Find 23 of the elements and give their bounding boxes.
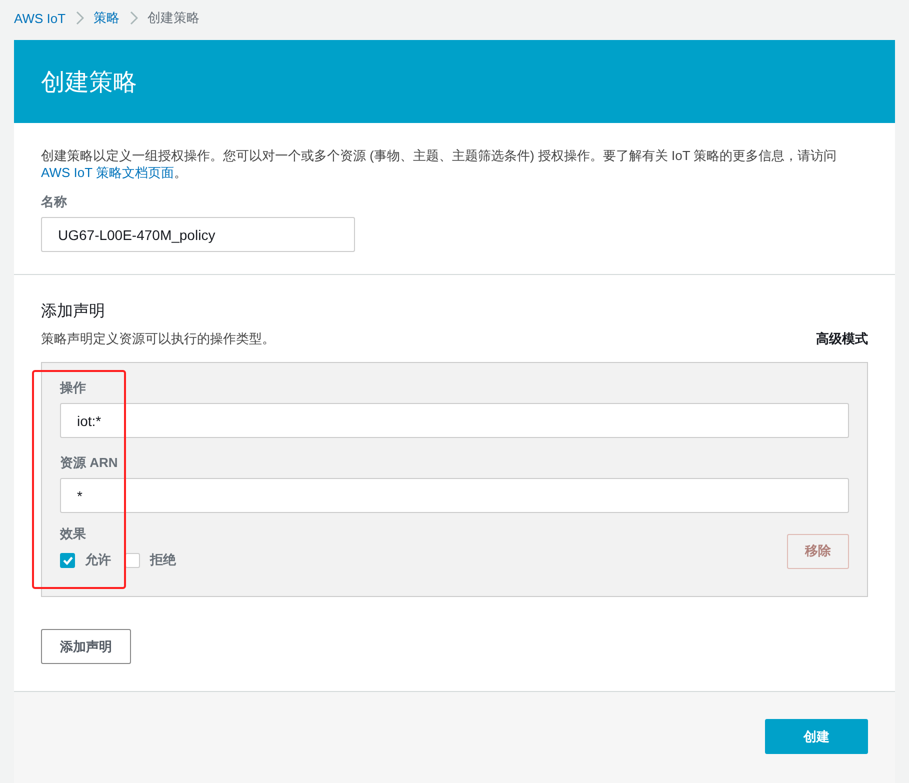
docs-link[interactable]: AWS IoT 策略文档页面 xyxy=(41,165,174,180)
breadcrumb-link[interactable]: 策略 xyxy=(94,9,120,27)
add-statement-button[interactable]: 添加声明 xyxy=(41,629,131,664)
advanced-mode-link[interactable]: 高级模式 xyxy=(816,330,868,348)
section-title: 添加声明 xyxy=(41,302,106,322)
field-label: 资源 ARN xyxy=(60,454,119,472)
section-subtitle: 策略声明定义资源可以执行的操作类型。 xyxy=(41,330,275,348)
checkbox-label: 允许 xyxy=(85,551,111,569)
breadcrumb-link[interactable]: AWS IoT xyxy=(14,10,66,26)
chevron-icon xyxy=(130,11,138,25)
breadcrumb-current: 创建策略 xyxy=(148,9,200,27)
input-field[interactable]: UG67-L00E-470M_policy xyxy=(41,217,355,252)
description-text: 创建策略以定义一组授权操作。您可以对一个或多个资源 (事物、主题、主题筛选条件) 授权操作。要了解有关 IoT 策略的更多信息，请访问 AWS IoT 策略文档页面。 xyxy=(41,147,838,181)
input-field[interactable]: * xyxy=(60,478,849,513)
page-title: 创建策略 xyxy=(41,68,137,98)
checkbox[interactable] xyxy=(60,552,75,568)
chevron-icon xyxy=(76,11,84,25)
field-label: 操作 xyxy=(60,379,87,397)
input-field[interactable]: iot:* xyxy=(60,403,849,438)
field-label: 效果 xyxy=(60,525,87,543)
checkbox-label: 拒绝 xyxy=(150,551,176,569)
field-label: 名称 xyxy=(41,193,68,211)
checkbox[interactable] xyxy=(125,552,140,568)
